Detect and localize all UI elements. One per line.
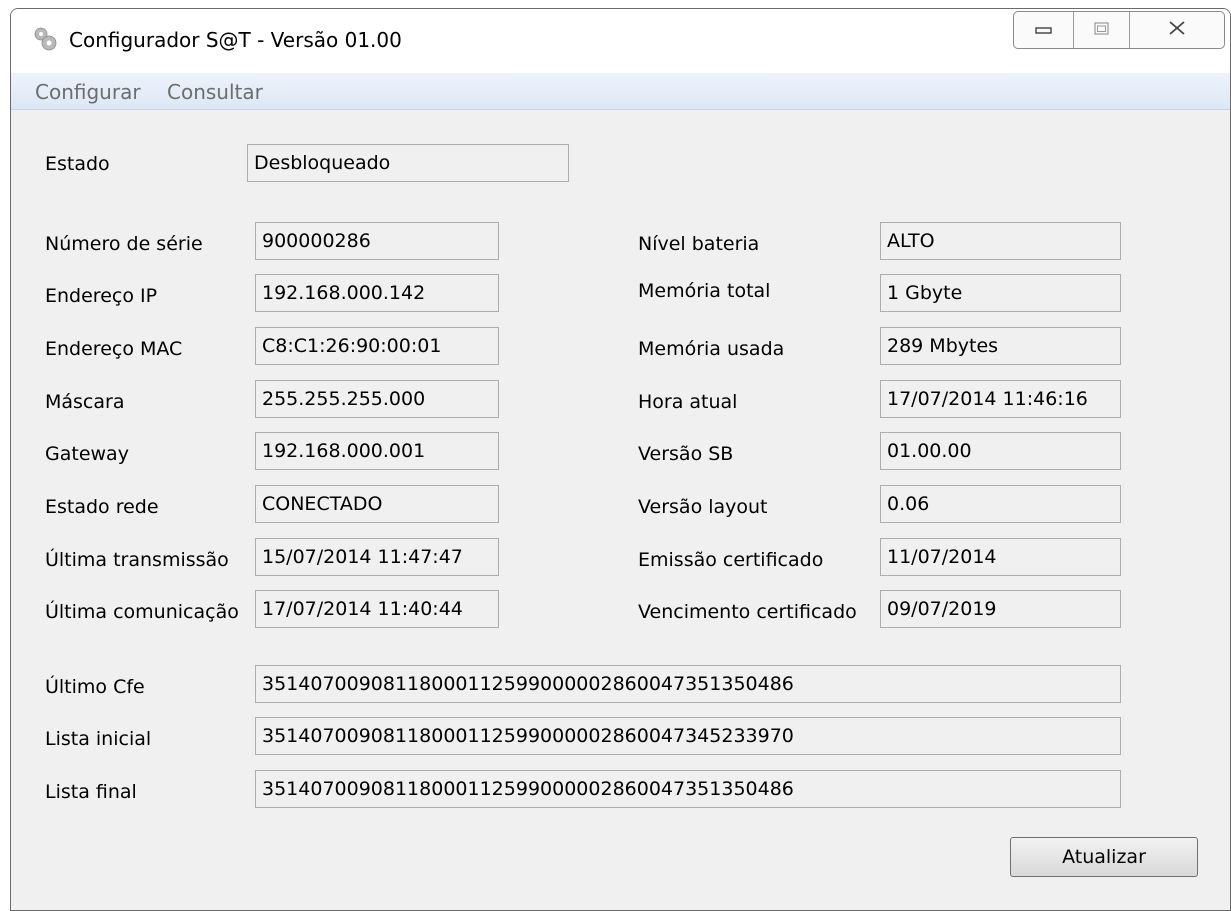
- close-button[interactable]: [1130, 12, 1224, 48]
- mac-address-label: Endereço MAC: [45, 338, 183, 360]
- last-cfe-label: Último Cfe: [45, 676, 145, 698]
- certificate-issue-label: Emissão certificado: [638, 549, 824, 571]
- close-icon: [1168, 20, 1186, 40]
- serial-number-label: Número de série: [45, 233, 203, 255]
- menu-bar: Configurar Consultar: [11, 73, 1230, 110]
- caption-buttons: [1013, 11, 1225, 49]
- maximize-icon: [1093, 21, 1110, 40]
- certificate-issue-field: 11/07/2014: [880, 538, 1121, 576]
- sb-version-label: Versão SB: [638, 443, 734, 465]
- status-panel: Estado Desbloqueado Número de série 9000…: [11, 110, 1230, 910]
- netmask-label: Máscara: [45, 391, 125, 413]
- battery-level-label: Nível bateria: [638, 233, 760, 255]
- sb-version-field: 01.00.00: [880, 432, 1121, 470]
- menu-configurar[interactable]: Configurar: [35, 80, 141, 104]
- gateway-label: Gateway: [45, 443, 129, 465]
- battery-level-field: ALTO: [880, 222, 1121, 260]
- status-label: Estado: [45, 153, 110, 175]
- total-memory-field: 1 Gbyte: [880, 274, 1121, 312]
- minimize-icon: [1034, 21, 1053, 40]
- used-memory-label: Memória usada: [638, 338, 785, 360]
- refresh-button[interactable]: Atualizar: [1010, 837, 1198, 877]
- gateway-field: 192.168.000.001: [255, 432, 499, 470]
- last-transmission-field: 15/07/2014 11:47:47: [255, 538, 499, 576]
- ip-address-label: Endereço IP: [45, 285, 158, 307]
- maximize-button[interactable]: [1074, 12, 1130, 48]
- layout-version-label: Versão layout: [638, 496, 768, 518]
- last-communication-field: 17/07/2014 11:40:44: [255, 590, 499, 628]
- certificate-expiry-label: Vencimento certificado: [638, 601, 857, 623]
- certificate-expiry-field: 09/07/2019: [880, 590, 1121, 628]
- last-cfe-field: 3514070090811800011259900000286004735135…: [255, 665, 1121, 703]
- layout-version-field: 0.06: [880, 485, 1121, 523]
- initial-list-field: 3514070090811800011259900000286004734523…: [255, 717, 1121, 755]
- serial-number-field: 900000286: [255, 222, 499, 260]
- gear-icon: [31, 25, 59, 53]
- window-title: Configurador S@T - Versão 01.00: [69, 28, 402, 52]
- network-state-label: Estado rede: [45, 496, 159, 518]
- netmask-field: 255.255.255.000: [255, 380, 499, 418]
- minimize-button[interactable]: [1014, 12, 1074, 48]
- initial-list-label: Lista inicial: [45, 728, 152, 750]
- app-window: Configurador S@T - Versão 01.00 Configur…: [10, 8, 1231, 911]
- ip-address-field: 192.168.000.142: [255, 274, 499, 312]
- used-memory-field: 289 Mbytes: [880, 327, 1121, 365]
- current-time-label: Hora atual: [638, 391, 738, 413]
- network-state-field: CONECTADO: [255, 485, 499, 523]
- status-field: Desbloqueado: [247, 144, 569, 182]
- last-transmission-label: Última transmissão: [45, 549, 229, 571]
- mac-address-field: C8:C1:26:90:00:01: [255, 327, 499, 365]
- menu-consultar[interactable]: Consultar: [167, 80, 263, 104]
- final-list-field: 3514070090811800011259900000286004735135…: [255, 770, 1121, 808]
- last-communication-label: Última comunicação: [45, 601, 239, 623]
- current-time-field: 17/07/2014 11:46:16: [880, 380, 1121, 418]
- final-list-label: Lista final: [45, 781, 137, 803]
- total-memory-label: Memória total: [638, 280, 771, 302]
- title-bar[interactable]: Configurador S@T - Versão 01.00: [11, 9, 1230, 73]
